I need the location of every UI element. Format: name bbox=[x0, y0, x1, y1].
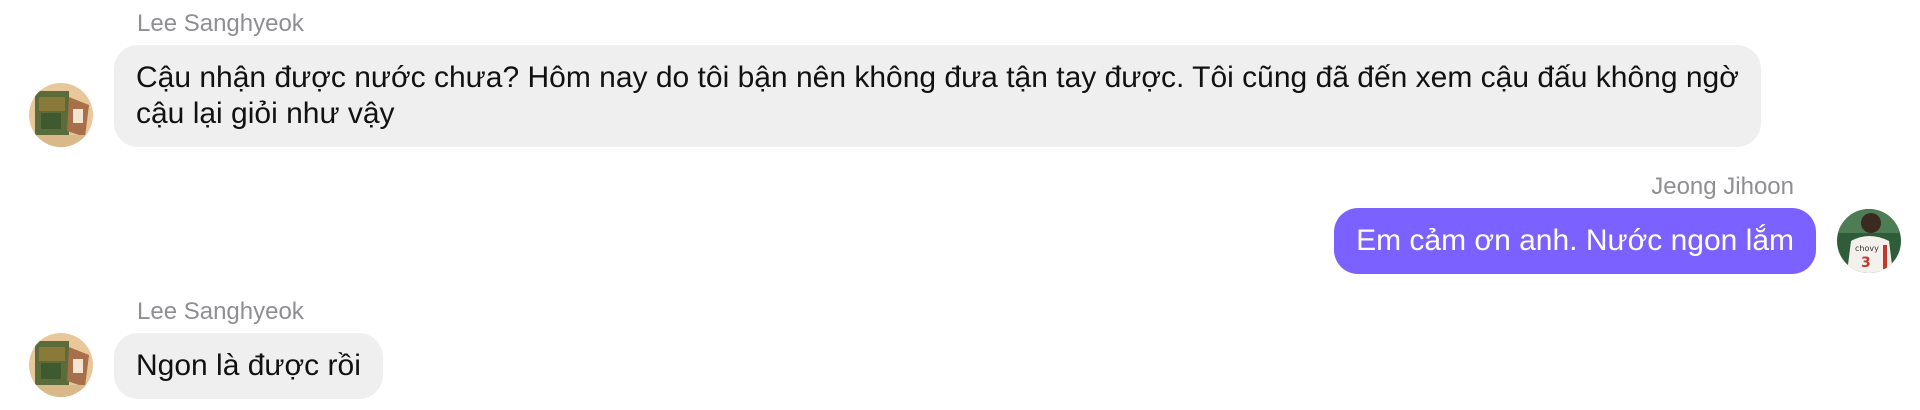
avatar-photo-icon bbox=[29, 83, 93, 147]
message-bubble[interactable]: Cậu nhận được nước chưa? Hôm nay do tôi … bbox=[114, 45, 1761, 147]
avatar-icon[interactable] bbox=[29, 333, 93, 397]
sender-name: Lee Sanghyeok bbox=[137, 10, 304, 37]
chat-thread: Lee Sanghyeok Cậu nhận được nước chưa? H… bbox=[0, 0, 1920, 410]
sender-name: Lee Sanghyeok bbox=[137, 298, 304, 325]
sender-name: Jeong Jihoon bbox=[1651, 173, 1794, 200]
message-bubble[interactable]: Ngon là được rồi bbox=[114, 333, 383, 399]
svg-text:3: 3 bbox=[1861, 255, 1871, 271]
avatar-icon[interactable]: chovy 3 bbox=[1837, 209, 1901, 273]
avatar-icon[interactable] bbox=[29, 83, 93, 147]
avatar-photo-icon bbox=[29, 333, 93, 397]
message-bubble[interactable]: Em cảm ơn anh. Nước ngon lắm bbox=[1334, 208, 1816, 274]
avatar-photo-icon: chovy 3 bbox=[1837, 209, 1901, 273]
svg-text:chovy: chovy bbox=[1855, 244, 1879, 253]
